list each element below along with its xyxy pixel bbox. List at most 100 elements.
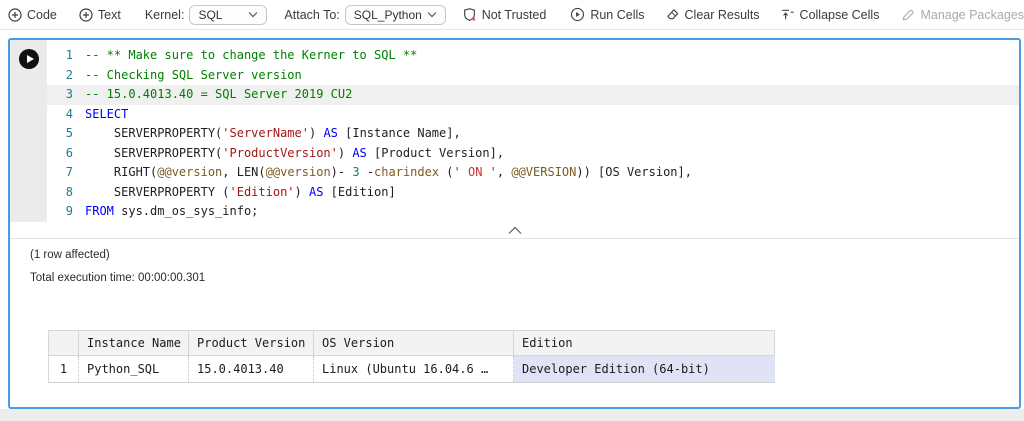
code-token: [Product Version], [367,146,504,160]
kernel-value: SQL [198,8,222,22]
code-token: charindex [374,165,439,179]
line-number: 1 [47,46,85,66]
code-token: [Instance Name], [338,126,461,140]
grid-cell[interactable]: Python_SQL [79,356,189,383]
add-text-button[interactable]: Text [79,8,121,22]
line-number: 8 [47,183,85,203]
code-token: @@version [266,165,331,179]
kernel-dropdown[interactable]: SQL [189,5,267,25]
collapse-results-button[interactable] [10,222,1019,239]
code-line[interactable]: 7 RIGHT(@@version, LEN(@@version)- 3 -ch… [47,163,1019,183]
code-token: - [360,165,374,179]
grid-header-cell[interactable]: Instance Name [79,331,189,356]
attach-to-dropdown[interactable]: SQL_Python [345,5,446,25]
run-cell-button[interactable] [19,49,39,69]
add-code-label: Code [27,8,57,22]
code-token: ) [338,146,352,160]
attach-to-value: SQL_Python [354,8,422,22]
pencil-icon [900,7,915,22]
grid-cell[interactable]: 15.0.4013.40 [189,356,314,383]
grid-corner[interactable] [49,331,79,356]
grid-cell[interactable]: Linux (Ubuntu 16.04.6 … [314,356,514,383]
code-token: [Edition] [323,185,395,199]
execution-time-message: Total execution time: 00:00:00.301 [30,272,1019,284]
code-token: AS [309,185,323,199]
code-line[interactable]: 3-- 15.0.4013.40 = SQL Server 2019 CU2 [47,85,1019,105]
grid-row: 1Python_SQL15.0.4013.40Linux (Ubuntu 16.… [49,356,775,383]
rows-affected-message: (1 row affected) [30,249,1019,261]
plus-circle-icon [8,8,22,22]
code-line[interactable]: 2-- Checking SQL Server version [47,66,1019,86]
code-token: 'ProductVersion' [222,146,338,160]
not-trusted-label: Not Trusted [482,8,547,22]
run-cells-button[interactable]: Run Cells [570,7,644,22]
chevron-down-icon [248,11,258,18]
notebook-toolbar: Code Text Kernel: SQL Attach To: SQL_Pyt… [0,0,1024,30]
results-pane: (1 row affected) Total execution time: 0… [10,239,1019,383]
code-token: -- Checking SQL Server version [85,68,302,82]
notebook-code-cell: 1-- ** Make sure to change the Kerner to… [8,38,1021,409]
kernel-label: Kernel: [145,8,185,22]
code-token: )) [OS Version], [576,165,692,179]
code-line[interactable]: 9FROM sys.dm_os_sys_info; [47,202,1019,222]
chevron-down-icon [427,11,437,18]
code-token: -- 15.0.4013.40 = SQL Server 2019 CU2 [85,87,352,101]
code-line[interactable]: 6 SERVERPROPERTY('ProductVersion') AS [P… [47,144,1019,164]
code-token: ( [439,165,453,179]
line-number: 3 [47,85,85,105]
code-line[interactable]: 4SELECT [47,105,1019,125]
code-lines[interactable]: 1-- ** Make sure to change the Kerner to… [47,40,1019,222]
code-token: SERVERPROPERTY( [85,146,222,160]
line-number: 7 [47,163,85,183]
code-line[interactable]: 8 SERVERPROPERTY ('Edition') AS [Edition… [47,183,1019,203]
code-token: ON [468,165,482,179]
grid-row-number[interactable]: 1 [49,356,79,383]
line-number: 2 [47,66,85,86]
code-line[interactable]: 1-- ** Make sure to change the Kerner to… [47,46,1019,66]
code-token: SERVERPROPERTY( [85,126,222,140]
grid-cell[interactable]: Developer Edition (64-bit) [514,356,775,383]
add-code-button[interactable]: Code [8,8,57,22]
line-number: 9 [47,202,85,222]
code-token: @@version [157,165,222,179]
code-token: sys.dm_os_sys_info; [114,204,259,218]
shield-icon [462,7,477,22]
line-number: 6 [47,144,85,164]
cell-gutter [10,40,47,222]
results-grid: Instance NameProduct VersionOS VersionEd… [48,330,775,383]
code-token: , [497,165,511,179]
add-text-label: Text [98,8,121,22]
code-token: , LEN( [222,165,265,179]
code-token: RIGHT( [85,165,157,179]
code-editor[interactable]: 1-- ** Make sure to change the Kerner to… [10,40,1019,222]
code-token: ) [309,126,323,140]
run-circle-icon [570,7,585,22]
clear-results-button[interactable]: Clear Results [665,7,760,22]
code-token: ' [482,165,496,179]
clear-results-label: Clear Results [685,8,760,22]
plus-circle-icon [79,8,93,22]
code-token: @@VERSION [511,165,576,179]
code-token: 'ServerName' [222,126,309,140]
code-token: 'Edition' [230,185,295,199]
code-line[interactable]: 5 SERVERPROPERTY('ServerName') AS [Insta… [47,124,1019,144]
collapse-cells-icon [780,7,795,22]
collapse-cells-button[interactable]: Collapse Cells [780,7,880,22]
run-cells-label: Run Cells [590,8,644,22]
grid-header-cell[interactable]: Product Version [189,331,314,356]
code-token: ) [295,185,309,199]
code-token: FROM [85,204,114,218]
manage-packages-button: Manage Packages [900,7,1024,22]
code-token: 3 [352,165,359,179]
grid-header-cell[interactable]: Edition [514,331,775,356]
code-token: SERVERPROPERTY ( [85,185,230,199]
code-token: AS [352,146,366,160]
page-background-strip [0,409,1024,421]
manage-packages-label: Manage Packages [920,8,1024,22]
grid-header-cell[interactable]: OS Version [314,331,514,356]
code-token: AS [323,126,337,140]
eraser-icon [665,7,680,22]
line-number: 5 [47,124,85,144]
code-token: SELECT [85,107,128,121]
not-trusted-button[interactable]: Not Trusted [462,7,547,22]
